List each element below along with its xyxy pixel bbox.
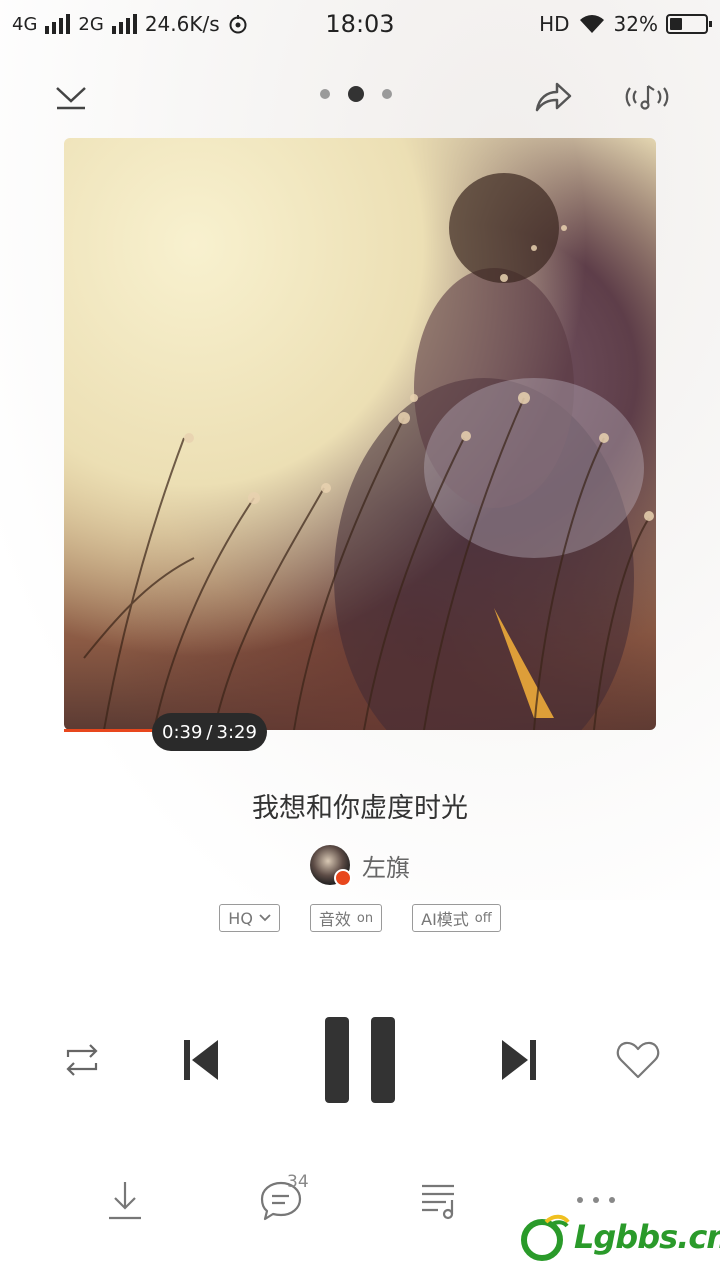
artist-badge-icon [334, 869, 352, 887]
page-indicator [320, 86, 392, 102]
battery-percent: 32% [613, 12, 658, 36]
heart-icon [616, 1041, 660, 1079]
artist-avatar[interactable] [310, 845, 352, 887]
page-dot[interactable] [382, 89, 392, 99]
total-duration: 3:29 [216, 721, 257, 743]
quality-button[interactable]: HQ [219, 904, 280, 932]
ai-mode-label: AI模式 [421, 910, 469, 929]
sound-effect-label: 音效 [318, 910, 351, 929]
download-button[interactable] [97, 1172, 153, 1228]
chevron-down-icon [259, 914, 271, 922]
battery-icon [666, 14, 712, 34]
music-broadcast-icon [625, 85, 669, 110]
pause-button[interactable] [320, 1014, 400, 1106]
page-dot-active[interactable] [348, 86, 364, 102]
playlist-button[interactable] [410, 1172, 466, 1228]
more-icon [577, 1197, 615, 1203]
share-icon [535, 82, 572, 112]
ai-mode-button[interactable]: AI模式 off [412, 904, 501, 932]
wifi-icon [579, 15, 604, 33]
collapse-button[interactable] [46, 72, 96, 122]
pause-icon [325, 1017, 395, 1103]
artist-name[interactable]: 左旗 [362, 848, 410, 883]
download-icon [109, 1182, 141, 1220]
site-watermark: Lgbbs.cn [520, 1212, 720, 1262]
like-button[interactable] [612, 1036, 664, 1084]
sound-broadcast-button[interactable] [622, 72, 672, 122]
share-button[interactable] [528, 72, 578, 122]
chevron-down-icon [56, 87, 86, 110]
song-title: 我想和你虚度时光 [252, 793, 468, 824]
ai-mode-state: off [474, 910, 492, 926]
elapsed-time: 0:39 [162, 721, 203, 743]
skip-previous-icon [184, 1040, 218, 1080]
status-bar: 4G 2G 24.6K/s 18:03 HD 32% [0, 0, 720, 50]
time-indicator[interactable]: 0:39 / 3:29 [152, 713, 267, 751]
next-button[interactable] [496, 1036, 544, 1084]
comment-count: 34 [287, 1172, 309, 1192]
repeat-mode-button[interactable] [58, 1038, 106, 1082]
audio-tags: HQ 音效 on AI模式 off [0, 904, 720, 932]
album-art-image [83, 173, 654, 730]
skip-next-icon [502, 1040, 536, 1080]
playlist-icon [422, 1184, 454, 1220]
sound-effect-button[interactable]: 音效 on [309, 904, 383, 932]
artist-row[interactable]: 左旗 [0, 845, 720, 887]
status-right: HD 32% [539, 12, 712, 36]
watermark-text: Lgbbs.cn [574, 1218, 720, 1256]
watermark-logo-icon [521, 1214, 570, 1261]
quality-label: HQ [228, 908, 253, 928]
album-cover[interactable] [64, 138, 656, 730]
previous-button[interactable] [176, 1036, 224, 1084]
repeat-icon [66, 1044, 98, 1076]
sound-effect-state: on [356, 910, 374, 926]
hd-label: HD [539, 12, 570, 36]
page-dot[interactable] [320, 89, 330, 99]
time-separator: / [206, 721, 213, 743]
